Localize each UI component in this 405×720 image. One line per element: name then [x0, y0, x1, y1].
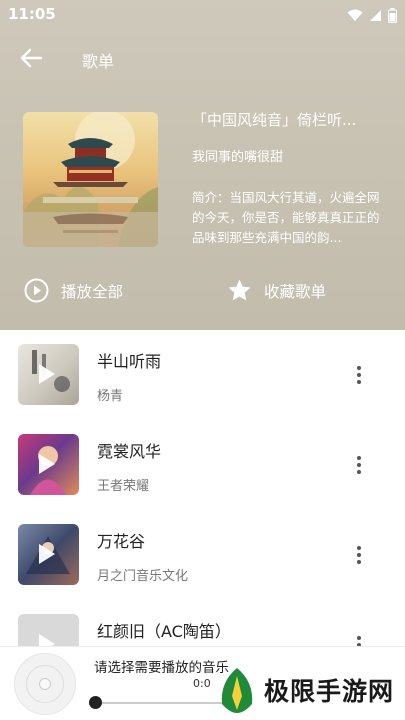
playlist-header: 11:05 歌单 「中国风纯音」倚栏听... 我同事的嘴很甜 简介：当国风大行其…: [0, 0, 405, 330]
player-time: 0:0: [193, 677, 211, 690]
playlist-description[interactable]: 简介：当国风大行其道，火遍全网的今天，你是否，能够真真正正的品味到那些充满中国的…: [192, 188, 384, 248]
play-icon: [39, 544, 55, 564]
song-thumbnail[interactable]: [18, 434, 79, 495]
playlist-name: 「中国风纯音」倚栏听...: [192, 111, 357, 129]
back-arrow-icon[interactable]: [18, 46, 44, 70]
song-artist: 月之门音乐文化: [97, 569, 189, 584]
song-title: 万花谷: [97, 532, 146, 551]
collect-playlist-button[interactable]: 收藏歌单: [227, 278, 326, 303]
signal-icon: [370, 10, 381, 21]
play-circle-icon: [24, 278, 49, 303]
play-icon: [39, 454, 55, 474]
song-row[interactable]: 半山听雨 杨青: [0, 330, 405, 420]
playlist-actions: 播放全部 收藏歌单: [0, 278, 405, 314]
pavilion-artwork: [23, 112, 158, 247]
song-thumbnail[interactable]: [18, 524, 79, 585]
battery-icon: [388, 8, 397, 23]
song-thumbnail[interactable]: [18, 344, 79, 405]
wifi-icon: [347, 9, 363, 21]
song-title: 半山听雨: [97, 352, 162, 371]
watermark: 极限手游网: [216, 664, 401, 716]
status-icons: [347, 8, 397, 23]
progress-knob[interactable]: [89, 696, 102, 709]
disc-icon[interactable]: [14, 653, 76, 715]
watermark-logo: [221, 668, 253, 713]
song-artist: 杨青: [97, 389, 124, 404]
more-options-icon[interactable]: [355, 366, 363, 388]
song-artist: 王者荣耀: [97, 479, 150, 494]
title-bar: 歌单: [0, 38, 405, 78]
watermark-text: 极限手游网: [264, 677, 395, 706]
play-icon: [39, 364, 55, 384]
status-time: 11:05: [8, 5, 56, 23]
play-all-button[interactable]: 播放全部: [24, 278, 123, 303]
playlist-cover[interactable]: [23, 112, 158, 247]
song-title: 霓裳风华: [97, 442, 162, 461]
status-bar: 11:05: [0, 0, 405, 30]
song-title: 红颜旧（AC陶笛）: [97, 622, 231, 641]
song-row[interactable]: 万花谷 月之门音乐文化: [0, 510, 405, 600]
progress-bar[interactable]: [96, 702, 236, 704]
player-prompt: 请选择需要播放的音乐: [94, 660, 229, 676]
playlist-author[interactable]: 我同事的嘴很甜: [192, 146, 283, 165]
star-icon: [228, 279, 251, 301]
collect-playlist-label: 收藏歌单: [264, 282, 327, 301]
play-all-label: 播放全部: [61, 282, 124, 301]
page-title: 歌单: [82, 52, 115, 71]
more-options-icon[interactable]: [355, 456, 363, 478]
more-options-icon[interactable]: [355, 546, 363, 568]
song-row[interactable]: 霓裳风华 王者荣耀: [0, 420, 405, 510]
